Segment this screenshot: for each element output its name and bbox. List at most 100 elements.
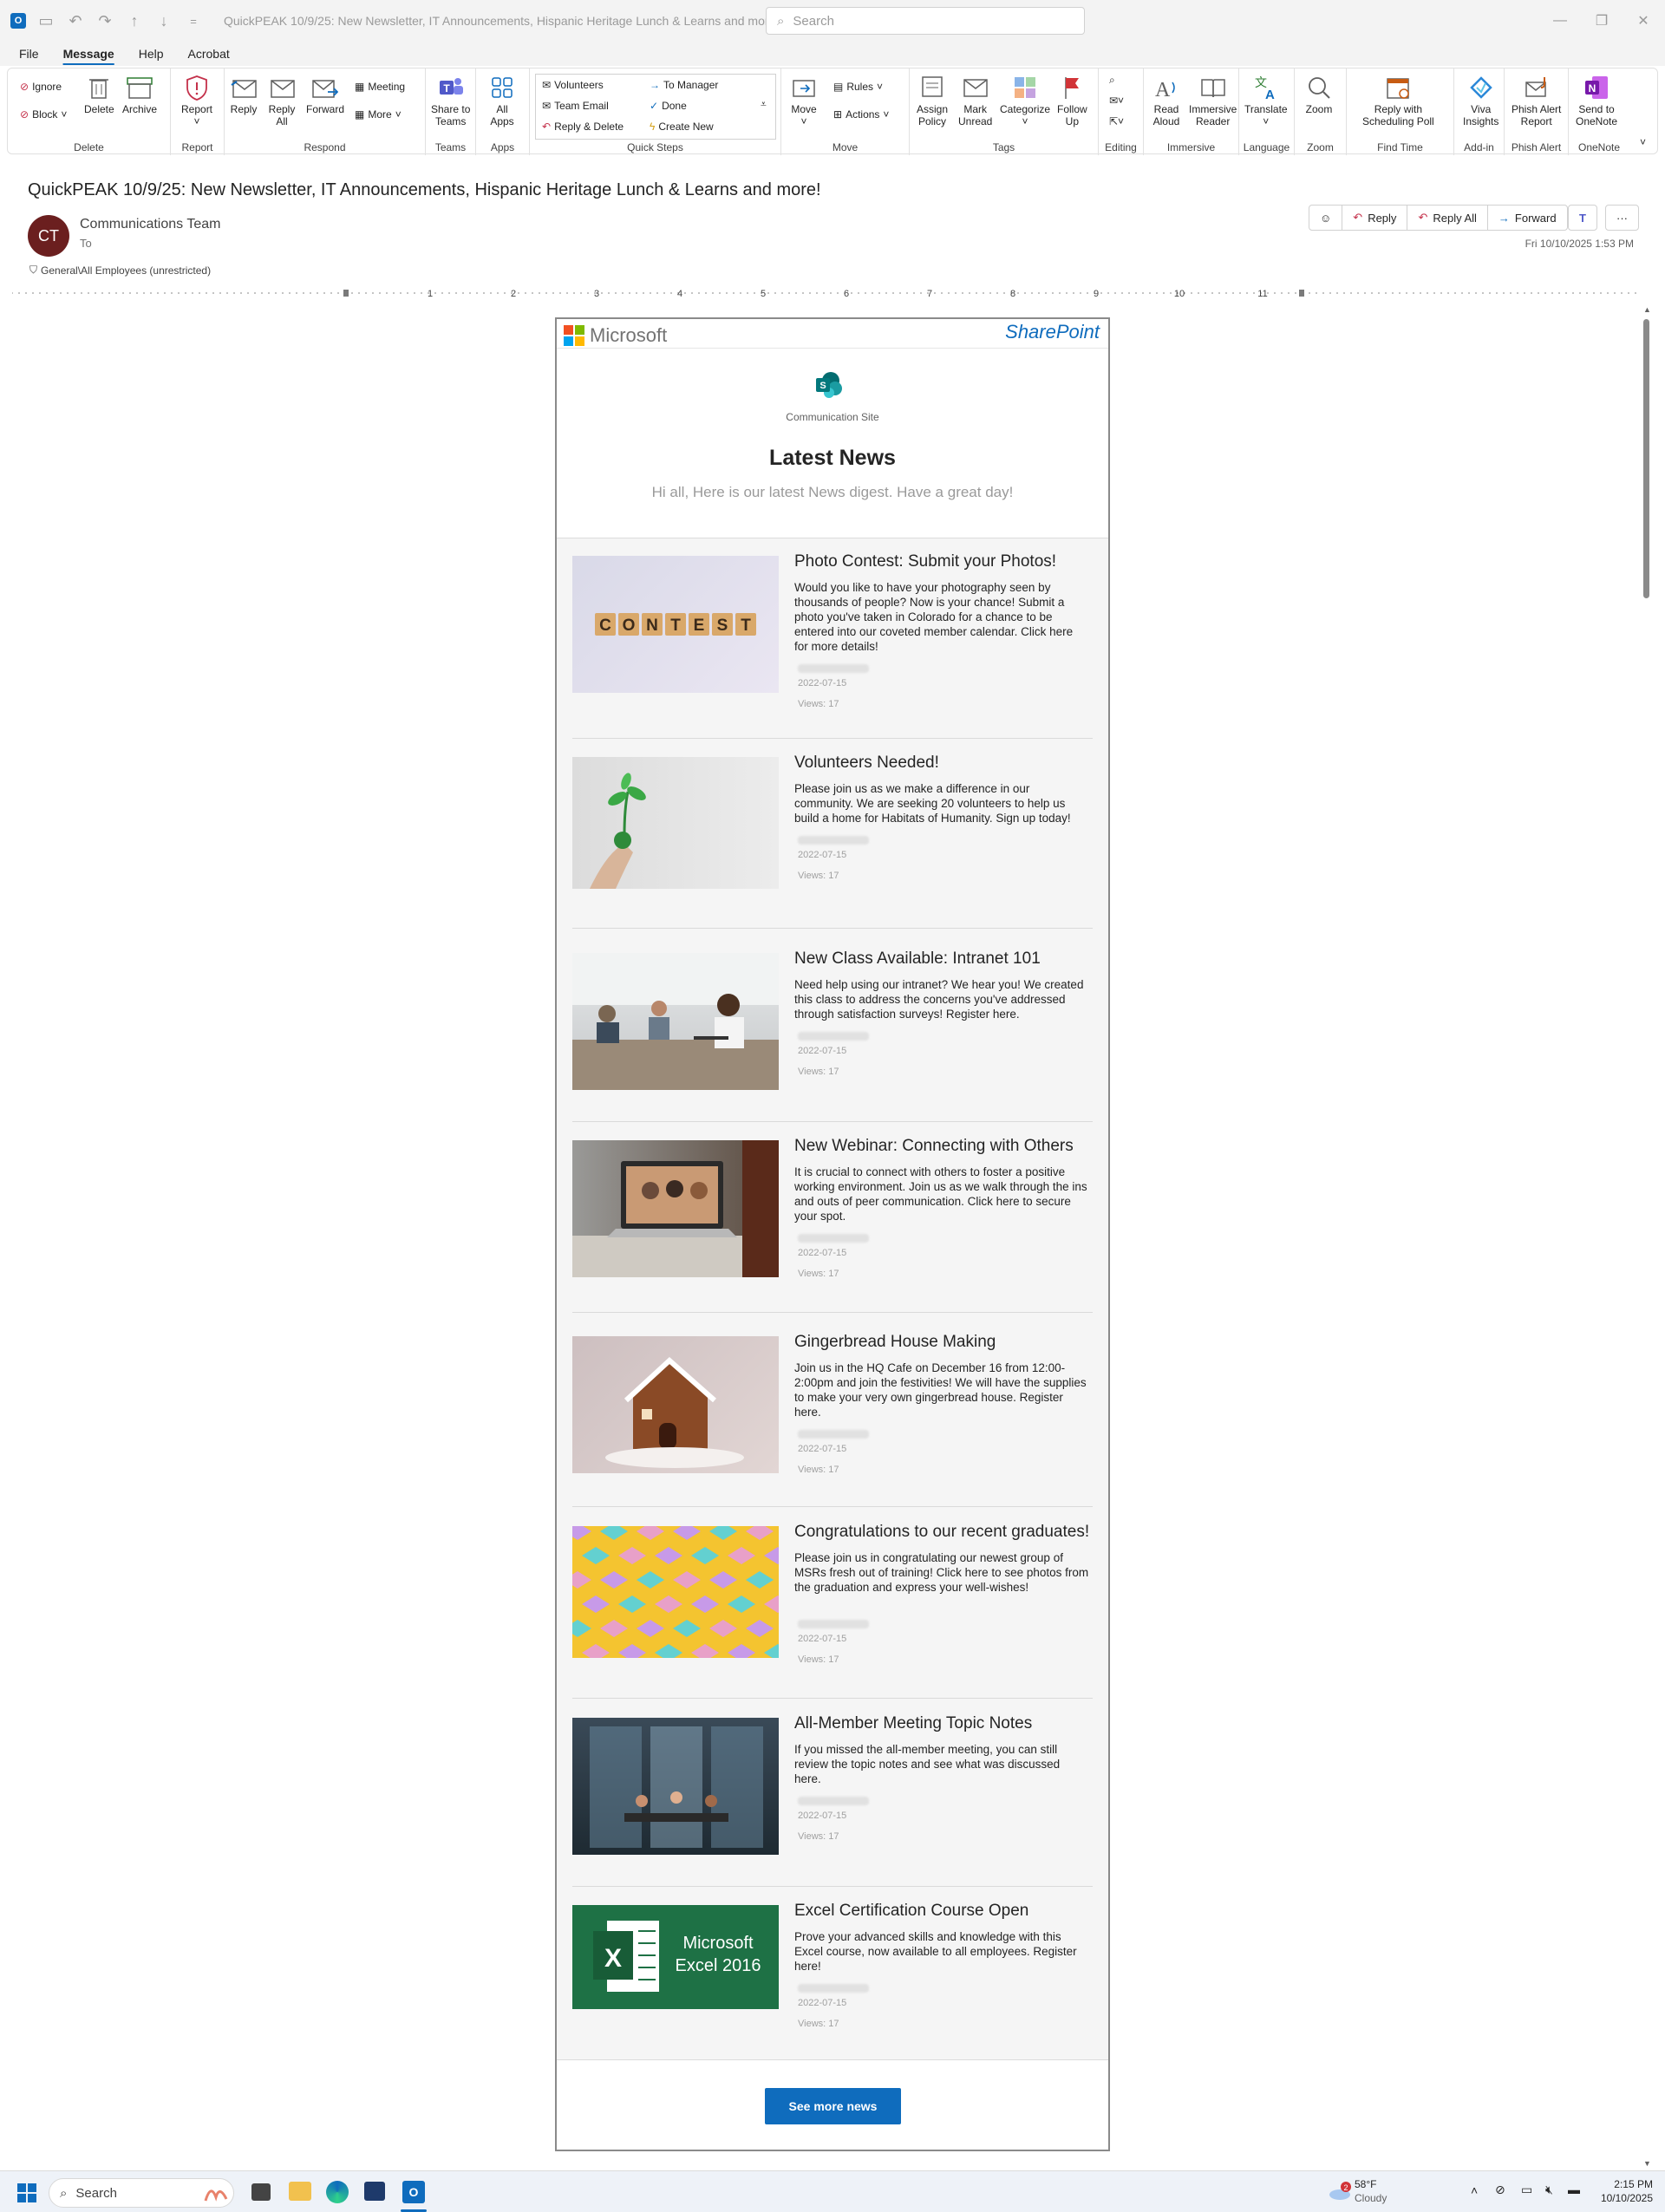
quickstep-team-email[interactable]: ✉ Team Email [542, 100, 609, 112]
collapse-ribbon-button[interactable]: ˅ [1640, 136, 1646, 148]
news-title[interactable]: New Webinar: Connecting with Others [794, 1137, 1074, 1156]
search-input[interactable]: ⌕ Search [766, 7, 1085, 35]
quickstep-create-new[interactable]: ϟ Create New [650, 121, 714, 133]
reply-button[interactable]: Reply [230, 74, 258, 115]
news-thumbnail[interactable]: X Microsoft Excel 2016 [572, 1905, 779, 2009]
send-to-onenote-button[interactable]: N Send to OneNote [1576, 74, 1617, 127]
block-button[interactable]: ⊘ Block ˅ [20, 108, 67, 121]
forward-button[interactable]: Forward [306, 74, 344, 115]
delete-button[interactable]: Delete [84, 74, 114, 115]
teams-share-button[interactable]: T [1568, 205, 1597, 231]
outlook-taskbar-icon[interactable]: O [402, 2181, 425, 2203]
restore-button[interactable]: ❐ [1582, 0, 1622, 42]
find-button[interactable]: ⌕ [1109, 74, 1115, 87]
quickstep-volunteers[interactable]: ✉ Volunteers [542, 79, 604, 91]
forward-action-button[interactable]: → Forward [1488, 206, 1567, 230]
translate-button[interactable]: 文 A Translate ˅ [1244, 74, 1288, 127]
reply-all-button[interactable]: Reply All [268, 74, 296, 127]
file-explorer-icon[interactable] [289, 2182, 311, 2201]
reply-all-action-button[interactable]: ↶ Reply All [1407, 206, 1488, 230]
assign-policy-button[interactable]: Assign Policy [917, 74, 948, 127]
meeting-button[interactable]: ▦ Meeting [355, 81, 405, 93]
vertical-scrollbar[interactable]: ▲ ▼ [1641, 305, 1653, 2170]
news-title[interactable]: All-Member Meeting Topic Notes [794, 1714, 1032, 1733]
task-view-icon[interactable] [251, 2183, 271, 2201]
mark-unread-button[interactable]: Mark Unread [958, 74, 992, 127]
volume-muted-icon[interactable]: 🔇︎ [1545, 2183, 1553, 2197]
news-title[interactable]: Gingerbread House Making [794, 1333, 996, 1352]
share-to-teams-button[interactable]: T Share to Teams [431, 74, 470, 127]
news-title[interactable]: Volunteers Needed! [794, 754, 939, 773]
select-button[interactable]: ⇱˅ [1109, 115, 1124, 127]
news-title[interactable]: Excel Certification Course Open [794, 1902, 1028, 1921]
immersive-reader-button[interactable]: Immersive Reader [1189, 74, 1237, 127]
avatar[interactable]: CT [28, 215, 69, 257]
meet-now-icon[interactable]: ⊘ [1495, 2183, 1505, 2197]
news-thumbnail[interactable]: CONTEST [572, 556, 779, 693]
news-title[interactable]: Congratulations to our recent graduates! [794, 1523, 1089, 1542]
phish-alert-button[interactable]: Phish Alert Report [1512, 74, 1561, 127]
follow-up-button[interactable]: Follow Up [1057, 74, 1087, 127]
quicksteps-more-button[interactable]: ⩡ [761, 98, 767, 111]
search-highlight-icon[interactable] [202, 2180, 230, 2204]
network-icon[interactable]: ▭ [1521, 2183, 1532, 2197]
zoom-button[interactable]: Zoom [1305, 74, 1333, 115]
report-button[interactable]: Report ˅ [181, 74, 212, 127]
tab-acrobat[interactable]: Acrobat [176, 42, 242, 66]
edge-browser-icon[interactable] [326, 2181, 349, 2203]
all-apps-button[interactable]: All Apps [488, 74, 516, 127]
battery-icon[interactable]: ▬ [1568, 2183, 1580, 2196]
related-button[interactable]: ✉˅ [1109, 95, 1124, 107]
weather-desc[interactable]: Cloudy [1355, 2192, 1387, 2204]
down-arrow-icon[interactable]: ↓ [154, 11, 173, 30]
news-thumbnail[interactable] [572, 953, 779, 1090]
quickstep-to-manager[interactable]: → To Manager [650, 79, 718, 91]
news-title[interactable]: Photo Contest: Submit your Photos! [794, 552, 1056, 571]
redo-icon[interactable]: ↷ [95, 11, 114, 30]
save-icon[interactable]: ▭ [36, 11, 56, 30]
close-button[interactable]: ✕ [1623, 0, 1663, 42]
categorize-button[interactable]: Categorize ˅ [1000, 74, 1050, 127]
more-respond-button[interactable]: ▦ More ˅ [355, 108, 402, 121]
see-more-news-button[interactable]: See more news [765, 2088, 901, 2124]
sender-name[interactable]: Communications Team [80, 217, 220, 232]
tab-help[interactable]: Help [127, 42, 176, 66]
weather-temp[interactable]: 58°F [1355, 2178, 1376, 2190]
store-icon[interactable] [364, 2182, 385, 2201]
undo-icon[interactable]: ↶ [66, 11, 85, 30]
scheduling-poll-button[interactable]: Reply with Scheduling Poll [1362, 74, 1434, 127]
clock-time[interactable]: 2:15 PM [1601, 2178, 1653, 2190]
show-hidden-icons-chevron-icon[interactable]: ˄ [1471, 2183, 1478, 2197]
microsoft-logo: Microsoft [564, 324, 667, 347]
emoji-reaction-button[interactable]: ☺ [1309, 206, 1343, 230]
archive-button[interactable]: Archive [122, 74, 157, 115]
news-thumbnail[interactable] [572, 1140, 779, 1277]
windows-start-icon[interactable] [17, 2183, 36, 2207]
move-button[interactable]: Move ˅ [790, 74, 818, 127]
scroll-down-icon[interactable]: ▼ [1643, 2159, 1651, 2168]
customize-qat-icon[interactable]: = [184, 11, 203, 30]
up-arrow-icon[interactable]: ↑ [125, 11, 144, 30]
news-thumbnail[interactable] [572, 1718, 779, 1855]
read-aloud-button[interactable]: A Read Aloud [1152, 74, 1180, 127]
news-thumbnail[interactable] [572, 757, 779, 889]
scrollbar-thumb[interactable] [1643, 319, 1649, 598]
actions-button[interactable]: ⊞ Actions ˅ [833, 108, 889, 121]
reply-action-button[interactable]: ↶ Reply [1342, 206, 1408, 230]
quickstep-done[interactable]: ✓ Done [650, 100, 687, 112]
minimize-button[interactable]: — [1540, 0, 1580, 42]
news-thumbnail[interactable] [572, 1336, 779, 1473]
quickstep-reply-delete[interactable]: ↶ Reply & Delete [542, 121, 624, 133]
more-actions-button[interactable]: ··· [1605, 205, 1639, 231]
tab-file[interactable]: File [7, 42, 51, 66]
tab-message[interactable]: Message [51, 42, 127, 66]
rules-button[interactable]: ▤ Rules ˅ [833, 81, 883, 93]
scroll-up-icon[interactable]: ▲ [1643, 305, 1651, 314]
weather-icon[interactable]: 2 [1329, 2182, 1351, 2201]
news-title[interactable]: New Class Available: Intranet 101 [794, 949, 1041, 969]
viva-insights-button[interactable]: Viva Insights [1463, 74, 1498, 127]
sensitivity-label[interactable]: ⛉ General\All Employees (unrestricted) [29, 264, 211, 277]
ignore-button[interactable]: ⊘ Ignore [20, 81, 62, 93]
news-thumbnail[interactable] [572, 1526, 779, 1658]
clock-date[interactable]: 10/10/2025 [1592, 2192, 1653, 2204]
